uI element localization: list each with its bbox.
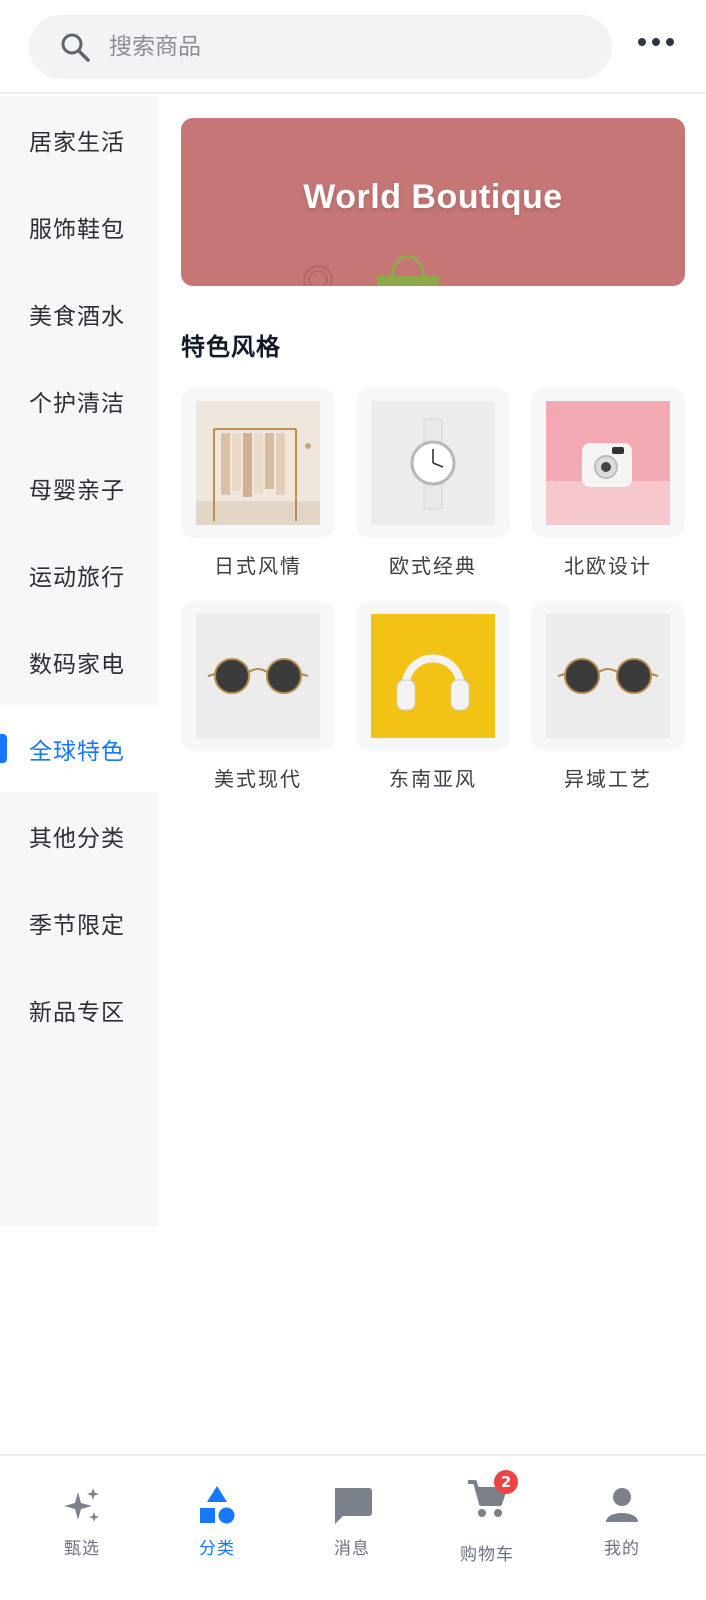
section-title: 特色风格 <box>181 333 281 361</box>
banner-title: World Boutique <box>303 178 563 216</box>
sidebar-item-label: 服饰鞋包 <box>29 216 125 243</box>
sidebar-item-label: 其他分类 <box>29 825 125 852</box>
category-sidebar: 居家生活 服饰鞋包 美食酒水 个护清洁 母婴亲子 运动旅行 数码家电 全球特色 … <box>0 96 159 1226</box>
style-card-exotic-craft[interactable]: 异域工艺 <box>531 601 685 792</box>
more-horizontal-icon <box>638 38 646 46</box>
style-card-southeast-asia[interactable]: 东南亚风 <box>356 601 510 792</box>
headphones-photo <box>356 601 510 751</box>
tab-category[interactable]: 分类 <box>147 1456 287 1600</box>
sidebar-item-label: 母婴亲子 <box>29 477 125 504</box>
tab-messages[interactable]: 消息 <box>282 1456 422 1600</box>
search-bar[interactable] <box>29 15 612 79</box>
style-label: 北欧设计 <box>564 554 652 578</box>
sidebar-item-personal-care[interactable]: 个护清洁 <box>0 357 159 444</box>
sidebar-item-label: 运动旅行 <box>29 564 125 591</box>
tab-profile[interactable]: 我的 <box>552 1456 692 1600</box>
sidebar-item-food-drink[interactable]: 美食酒水 <box>0 270 159 357</box>
top-header <box>0 0 706 94</box>
sidebar-item-other[interactable]: 其他分类 <box>0 792 159 879</box>
style-card-nordic[interactable]: 北欧设计 <box>531 388 685 579</box>
sparkle-icon <box>64 1488 99 1522</box>
bottom-tab-bar: 甄选 分类 消息 2 购物车 我的 <box>0 1454 706 1600</box>
wristwatch-photo <box>356 388 510 538</box>
style-card-american[interactable]: 美式现代 <box>181 601 335 792</box>
tab-cart[interactable]: 2 购物车 <box>417 1456 557 1600</box>
style-label: 日式风情 <box>214 554 302 578</box>
sidebar-item-label: 数码家电 <box>29 651 125 678</box>
user-icon <box>606 1488 638 1522</box>
more-dot <box>652 38 660 46</box>
style-label: 异域工艺 <box>564 767 652 791</box>
search-input[interactable] <box>109 15 589 79</box>
round-sunglasses-photo <box>181 601 335 751</box>
style-label: 东南亚风 <box>389 767 477 791</box>
style-card-japanese[interactable]: 日式风情 <box>181 388 335 579</box>
more-dot <box>666 38 674 46</box>
sidebar-item-mother-baby[interactable]: 母婴亲子 <box>0 444 159 531</box>
message-icon <box>335 1488 372 1524</box>
style-card-european[interactable]: 欧式经典 <box>356 388 510 579</box>
style-label: 美式现代 <box>214 767 302 791</box>
promo-banner[interactable]: World Boutique <box>181 118 685 286</box>
sidebar-item-apparel[interactable]: 服饰鞋包 <box>0 183 159 270</box>
tab-label: 分类 <box>199 1539 235 1559</box>
sidebar-item-global[interactable]: 全球特色 <box>0 705 159 792</box>
tab-label: 消息 <box>334 1539 370 1559</box>
sidebar-item-label: 居家生活 <box>29 129 125 156</box>
tab-featured[interactable]: 甄选 <box>12 1456 152 1600</box>
sidebar-item-sports-travel[interactable]: 运动旅行 <box>0 531 159 618</box>
tab-label: 我的 <box>604 1539 640 1559</box>
sidebar-item-label: 新品专区 <box>29 999 125 1026</box>
sidebar-item-label: 全球特色 <box>29 738 125 765</box>
sidebar-item-label: 个护清洁 <box>29 390 125 417</box>
tab-label: 购物车 <box>460 1545 514 1565</box>
sidebar-item-new-arrivals[interactable]: 新品专区 <box>0 966 159 1053</box>
more-button[interactable] <box>634 28 678 56</box>
round-sunglasses-photo <box>531 601 685 751</box>
sidebar-item-label: 美食酒水 <box>29 303 125 330</box>
sidebar-item-label: 季节限定 <box>29 912 125 939</box>
instant-camera-photo <box>531 388 685 538</box>
category-shapes-icon <box>200 1486 235 1524</box>
cart-badge: 2 <box>494 1470 518 1494</box>
sidebar-item-home-living[interactable]: 居家生活 <box>0 96 159 183</box>
search-icon <box>61 33 90 62</box>
style-label: 欧式经典 <box>389 554 477 578</box>
tab-label: 甄选 <box>64 1539 100 1559</box>
sidebar-item-digital[interactable]: 数码家电 <box>0 618 159 705</box>
sidebar-item-seasonal[interactable]: 季节限定 <box>0 879 159 966</box>
clothing-rack-photo <box>181 388 335 538</box>
active-indicator <box>0 734 7 763</box>
